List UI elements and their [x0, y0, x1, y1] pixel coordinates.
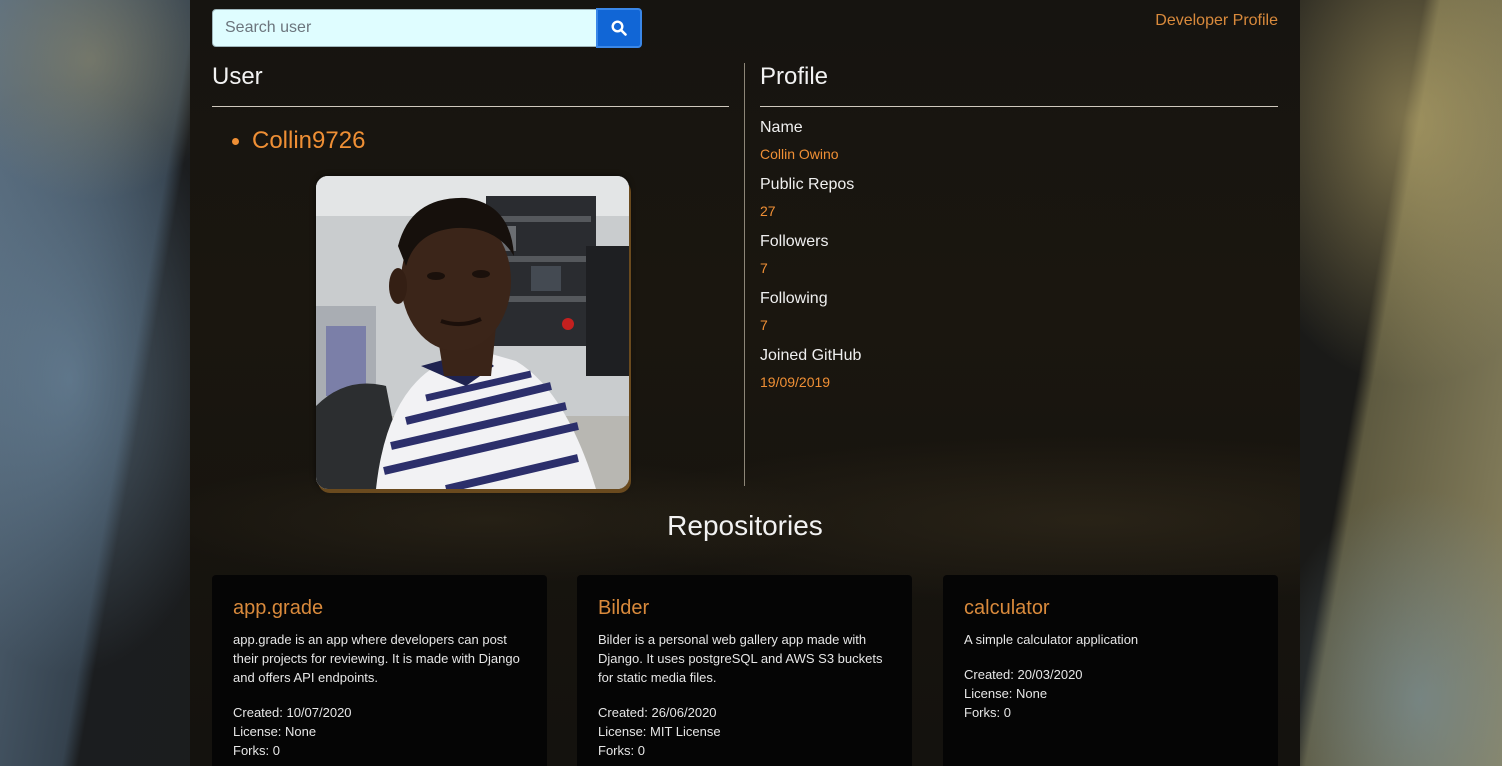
profile-value-joined: 19/09/2019 — [760, 374, 831, 390]
repo-card[interactable]: calculator A simple calculator applicati… — [943, 575, 1278, 766]
profile-field: Public Repos 27 — [760, 174, 1278, 223]
main-container: Developer Profile User Collin9726 — [190, 0, 1300, 766]
user-heading: User — [212, 62, 729, 107]
user-section: User Collin9726 — [212, 62, 729, 489]
username[interactable]: Collin9726 — [232, 125, 729, 157]
search-input[interactable] — [212, 9, 598, 47]
repo-description: A simple calculator application — [964, 632, 1139, 647]
profile-label-joined: Joined GitHub — [760, 347, 862, 364]
repo-meta: Created: 20/03/2020 License: None Forks:… — [964, 665, 1257, 722]
repo-description: Bilder is a personal web gallery app mad… — [598, 632, 883, 685]
search-bar — [212, 8, 642, 48]
search-button[interactable] — [596, 8, 642, 48]
repo-meta: Created: 26/06/2020 License: MIT License… — [598, 703, 891, 760]
repo-description: app.grade is an app where developers can… — [233, 632, 520, 685]
repo-meta: Created: 10/07/2020 License: None Forks:… — [233, 703, 526, 760]
profile-section: Profile Name Collin Owino Public Repos 2… — [760, 62, 1278, 402]
profile-field: Following 7 — [760, 288, 1278, 337]
profile-field: Joined GitHub 19/09/2019 — [760, 345, 1278, 394]
repo-forks: Forks: 0 — [233, 743, 280, 758]
repo-forks: Forks: 0 — [598, 743, 645, 758]
user-list: Collin9726 — [212, 125, 729, 157]
developer-profile-link[interactable]: Developer Profile — [1155, 12, 1278, 30]
repo-name[interactable]: Bilder — [598, 596, 891, 620]
profile-label-followers: Followers — [760, 233, 829, 250]
repo-license: License: MIT License — [598, 724, 721, 739]
repo-license: License: None — [964, 686, 1048, 701]
repo-created: Created: 10/07/2020 — [233, 705, 352, 720]
repo-created: Created: 26/06/2020 — [598, 705, 717, 720]
repo-name[interactable]: calculator — [964, 596, 1257, 620]
repo-name[interactable]: app.grade — [233, 596, 526, 620]
profile-value-name: Collin Owino — [760, 146, 839, 162]
avatar — [316, 176, 629, 489]
profile-label-following: Following — [760, 290, 828, 307]
profile-field: Name Collin Owino — [760, 117, 1278, 166]
repo-created: Created: 20/03/2020 — [964, 667, 1083, 682]
profile-value-public-repos: 27 — [760, 203, 776, 219]
search-icon — [611, 20, 627, 36]
repo-card[interactable]: app.grade app.grade is an app where deve… — [212, 575, 547, 766]
profile-field: Followers 7 — [760, 231, 1278, 280]
repositories-heading: Repositories — [667, 510, 823, 541]
repo-license: License: None — [233, 724, 317, 739]
profile-label-public-repos: Public Repos — [760, 176, 855, 193]
profile-heading: Profile — [760, 62, 1278, 107]
profile-label-name: Name — [760, 119, 803, 136]
profile-value-followers: 7 — [760, 260, 768, 276]
column-divider — [744, 63, 745, 486]
avatar-photo — [316, 176, 629, 489]
repo-card[interactable]: Bilder Bilder is a personal web gallery … — [577, 575, 912, 766]
profile-value-following: 7 — [760, 317, 768, 333]
repo-forks: Forks: 0 — [964, 705, 1011, 720]
profile-details: Name Collin Owino Public Repos 27 Follow… — [760, 117, 1278, 394]
